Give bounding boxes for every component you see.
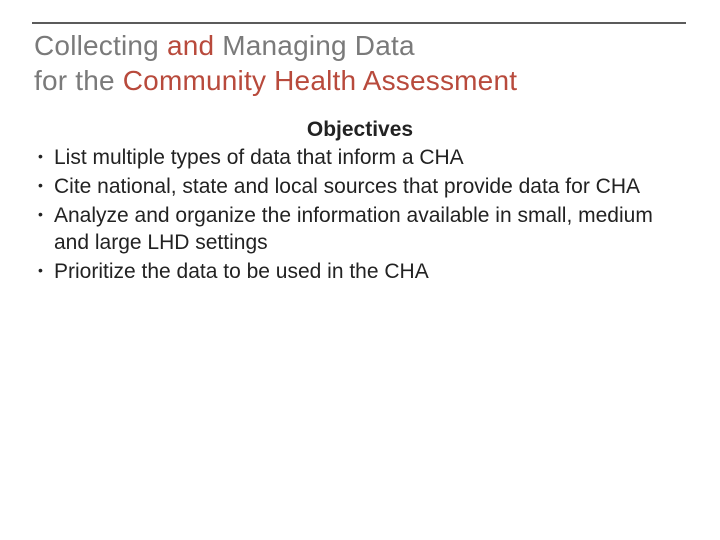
- title-words-managing-data: Managing Data: [222, 30, 415, 61]
- objectives-list: List multiple types of data that inform …: [34, 145, 686, 285]
- slide-title: Collecting and Managing Data for the Com…: [34, 28, 686, 112]
- list-item: Prioritize the data to be used in the CH…: [36, 259, 682, 286]
- title-words-cha: Community Health Assessment: [123, 65, 517, 96]
- title-word-collecting: Collecting: [34, 30, 167, 61]
- list-item: Analyze and organize the information ava…: [36, 203, 682, 257]
- title-divider: [32, 22, 686, 24]
- title-words-for-the: for the: [34, 65, 123, 96]
- list-item: List multiple types of data that inform …: [36, 145, 682, 172]
- title-word-and: and: [167, 30, 222, 61]
- list-item: Cite national, state and local sources t…: [36, 174, 682, 201]
- slide: Collecting and Managing Data for the Com…: [0, 0, 720, 540]
- objectives-heading: Objectives: [34, 118, 686, 142]
